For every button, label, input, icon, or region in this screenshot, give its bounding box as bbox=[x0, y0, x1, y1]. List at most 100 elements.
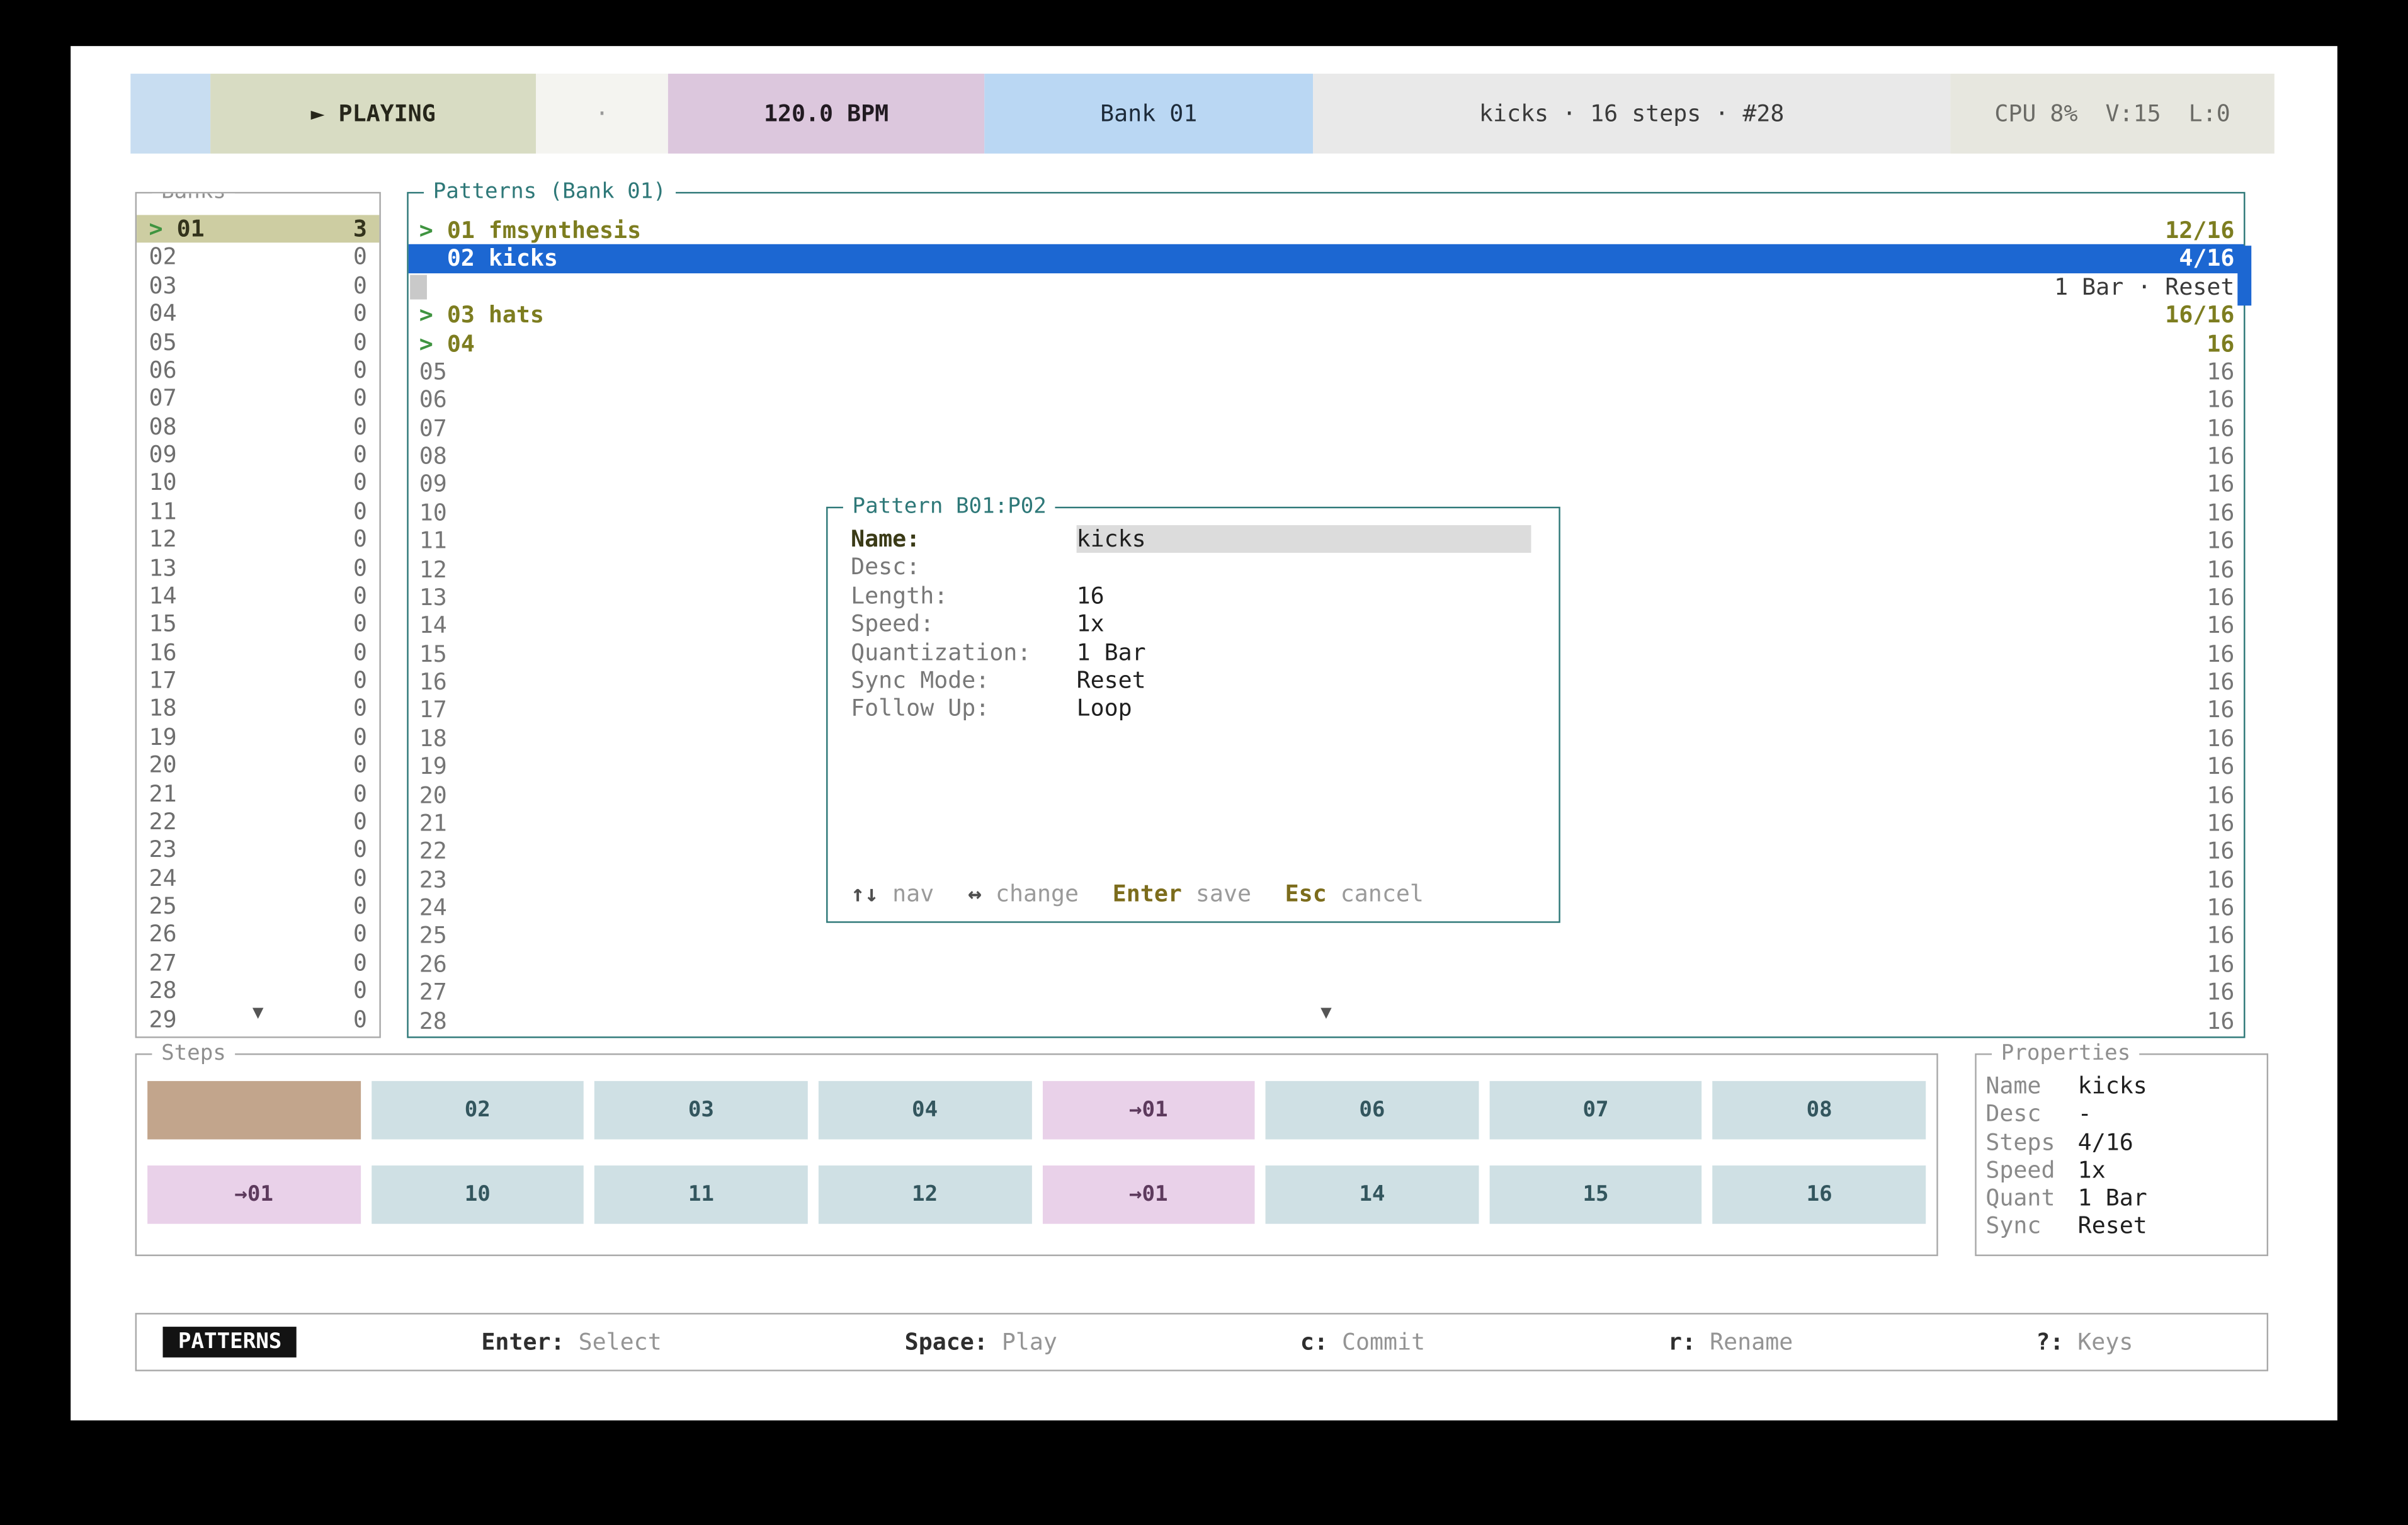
pattern-row[interactable]: 09 16 bbox=[409, 470, 2244, 499]
step-cell[interactable]: →01 bbox=[1042, 1081, 1255, 1140]
bank-row[interactable]: 25 0 bbox=[137, 892, 379, 921]
steps-panel-title: Steps bbox=[152, 1041, 235, 1065]
step-cell[interactable]: 02 bbox=[371, 1081, 584, 1140]
pattern-row[interactable]: 08 16 bbox=[409, 442, 2244, 470]
step-cell[interactable]: 10 bbox=[371, 1165, 584, 1224]
pattern-row[interactable]: > 01 fmsynthesis 12/16 bbox=[409, 217, 2244, 245]
bank-row[interactable]: 24 0 bbox=[137, 864, 379, 892]
step-cell[interactable]: 12 bbox=[819, 1165, 1031, 1224]
bank-row[interactable]: > 01 3 bbox=[137, 215, 379, 243]
step-cell[interactable]: 14 bbox=[1266, 1165, 1479, 1224]
hint-key: Enter bbox=[1113, 880, 1196, 907]
bank-number: 22 bbox=[149, 807, 177, 836]
step-cell[interactable]: 03 bbox=[594, 1081, 807, 1140]
bank-number: 29 bbox=[149, 1005, 177, 1033]
bank-pattern-count: 0 bbox=[353, 921, 367, 949]
bank-row[interactable]: 23 0 bbox=[137, 836, 379, 864]
pattern-row[interactable]: 1 Bar · Reset bbox=[409, 273, 2244, 301]
pattern-row[interactable]: 05 16 bbox=[409, 358, 2244, 386]
pattern-row[interactable]: > 03 hats 16/16 bbox=[409, 301, 2244, 329]
pattern-step-count: 12/16 bbox=[2165, 217, 2234, 245]
bank-row[interactable]: 13 0 bbox=[137, 553, 379, 582]
step-cell[interactable]: 15 bbox=[1489, 1165, 1702, 1224]
step-cell[interactable]: →01 bbox=[1042, 1165, 1255, 1224]
bank-row[interactable]: 19 0 bbox=[137, 723, 379, 751]
pattern-row[interactable]: 07 16 bbox=[409, 414, 2244, 443]
pattern-row[interactable]: 02 kicks 4/16 bbox=[409, 245, 2244, 273]
pattern-row[interactable]: > 04 16 bbox=[409, 329, 2244, 358]
bank-row[interactable]: 20 0 bbox=[137, 751, 379, 780]
bank-row[interactable]: 26 0 bbox=[137, 921, 379, 949]
bank-number: 01 bbox=[177, 215, 205, 243]
pattern-step-count: 16 bbox=[2206, 809, 2234, 837]
pattern-row[interactable]: 26 16 bbox=[409, 950, 2244, 978]
pattern-number: 11 bbox=[419, 527, 447, 555]
bank-row[interactable]: 27 0 bbox=[137, 949, 379, 977]
bank-row[interactable]: 21 0 bbox=[137, 780, 379, 808]
step-cell[interactable]: 07 bbox=[1489, 1081, 1702, 1140]
pattern-filled-arrow-icon: > bbox=[419, 301, 447, 329]
bank-row[interactable]: 15 0 bbox=[137, 610, 379, 638]
property-row: Steps 4/16 bbox=[1985, 1128, 2261, 1157]
pattern-edit-field[interactable]: Desc: bbox=[828, 553, 1559, 582]
bank-pattern-count: 0 bbox=[353, 497, 367, 526]
pattern-edit-field[interactable]: Follow Up: Loop bbox=[828, 694, 1559, 723]
pattern-number: 04 bbox=[447, 329, 475, 358]
bank-row[interactable]: 06 0 bbox=[137, 356, 379, 384]
bank-row[interactable]: 07 0 bbox=[137, 384, 379, 412]
property-label: Speed bbox=[1985, 1156, 2077, 1184]
patterns-scrollbar-thumb[interactable] bbox=[2237, 246, 2251, 305]
pattern-row[interactable]: 25 16 bbox=[409, 922, 2244, 950]
pattern-step-count: 16 bbox=[2206, 555, 2234, 584]
property-label: Name bbox=[1985, 1072, 2077, 1100]
bank-pattern-count: 0 bbox=[353, 610, 367, 638]
bank-row[interactable]: 11 0 bbox=[137, 497, 379, 526]
step-cell[interactable]: 08 bbox=[1713, 1081, 1926, 1140]
bank-row[interactable]: 12 0 bbox=[137, 525, 379, 553]
bank-row[interactable]: 10 0 bbox=[137, 469, 379, 497]
step-cell[interactable]: 16 bbox=[1713, 1165, 1926, 1224]
bank-row[interactable]: 18 0 bbox=[137, 694, 379, 723]
step-cell[interactable]: →01 bbox=[147, 1165, 360, 1224]
pattern-number: 18 bbox=[419, 724, 447, 752]
pattern-step-count: 16 bbox=[2206, 640, 2234, 668]
step-cell[interactable] bbox=[147, 1081, 360, 1140]
bank-row[interactable]: 08 0 bbox=[137, 412, 379, 441]
bank-pattern-count: 0 bbox=[353, 469, 367, 497]
field-value: 16 bbox=[1077, 582, 1531, 610]
pattern-number: 25 bbox=[419, 922, 447, 950]
properties-panel: Properties Name kicks Desc - Steps bbox=[1975, 1053, 2268, 1256]
step-cell[interactable]: 06 bbox=[1266, 1081, 1479, 1140]
pattern-number: 07 bbox=[419, 414, 447, 443]
dialog-hint: ↑↓ nav bbox=[851, 880, 934, 907]
pattern-step-count: 16 bbox=[2206, 329, 2234, 358]
step-cell[interactable]: 04 bbox=[819, 1081, 1031, 1140]
bank-row[interactable]: 14 0 bbox=[137, 582, 379, 610]
pattern-name: kicks bbox=[489, 245, 558, 273]
hint-key: ?: bbox=[2036, 1329, 2077, 1356]
pattern-edit-field[interactable]: Name: kicks bbox=[828, 525, 1559, 553]
pattern-edit-field[interactable]: Speed: 1x bbox=[828, 610, 1559, 638]
bank-row[interactable]: 03 0 bbox=[137, 271, 379, 300]
key-hint: Enter: Select bbox=[481, 1329, 661, 1356]
pattern-edit-field[interactable]: Length: 16 bbox=[828, 582, 1559, 610]
bank-row[interactable]: 04 0 bbox=[137, 300, 379, 328]
banks-panel-title: Banks bbox=[152, 192, 235, 205]
bank-number: 15 bbox=[149, 610, 177, 638]
bank-row[interactable]: 17 0 bbox=[137, 666, 379, 694]
bank-pattern-count: 0 bbox=[353, 638, 367, 667]
bank-row[interactable]: 05 0 bbox=[137, 328, 379, 356]
bank-number: 21 bbox=[149, 780, 177, 808]
bank-row[interactable]: 16 0 bbox=[137, 638, 379, 667]
pattern-edit-field[interactable]: Quantization: 1 Bar bbox=[828, 638, 1559, 666]
bank-pattern-count: 3 bbox=[353, 215, 367, 243]
pattern-edit-field[interactable]: Sync Mode: Reset bbox=[828, 666, 1559, 694]
bank-row[interactable]: 02 0 bbox=[137, 243, 379, 271]
bank-row[interactable]: 22 0 bbox=[137, 807, 379, 836]
pattern-number: 24 bbox=[419, 893, 447, 922]
pattern-row[interactable]: 06 16 bbox=[409, 386, 2244, 414]
bottom-key-bar: PATTERNS Enter: Select Space: Play c: Co… bbox=[135, 1313, 2268, 1371]
bank-row[interactable]: 09 0 bbox=[137, 441, 379, 469]
property-row: Quant 1 Bar bbox=[1985, 1184, 2261, 1213]
step-cell[interactable]: 11 bbox=[594, 1165, 807, 1224]
